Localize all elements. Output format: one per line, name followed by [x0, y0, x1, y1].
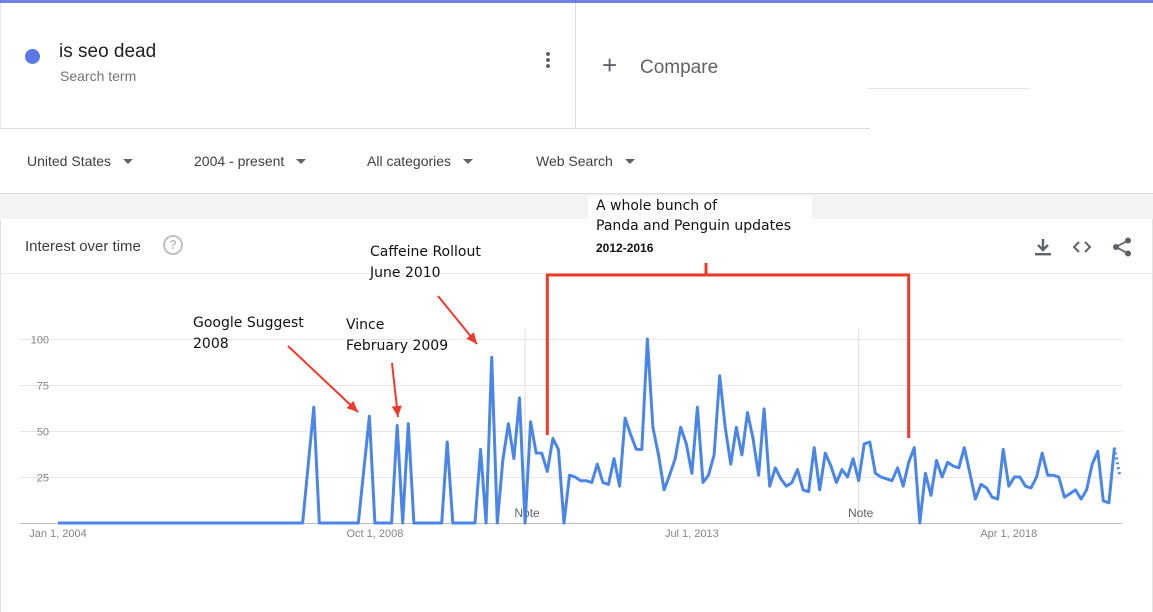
- y-tick-label: 50: [37, 427, 49, 439]
- x-tick-label: Jan 1, 2004: [29, 528, 87, 540]
- annotation-panda-line1: A whole bunch of: [596, 198, 718, 214]
- annotation-arrow-vince-head: [391, 405, 402, 417]
- y-tick-label: 25: [37, 473, 49, 485]
- annotation-panda-years: 2012-2016: [596, 241, 654, 255]
- annotation-vince-line2: February 2009: [346, 338, 449, 354]
- x-tick-label: Jul 1, 2013: [665, 528, 719, 540]
- annotation-suggest-line2: 2008: [193, 336, 229, 352]
- note-label: Note: [848, 506, 874, 520]
- annotation-caffeine-line2: June 2010: [370, 265, 441, 281]
- annotation-caffeine-line1: Caffeine Rollout: [370, 244, 481, 260]
- x-tick-label: Oct 1, 2008: [346, 528, 403, 540]
- trend-chart: Note Note Jan 1, 2004 Oct 1, 2008 Jul 1, 20…: [20, 263, 1122, 540]
- x-tick-label: Apr 1, 2018: [980, 528, 1037, 540]
- annotation-suggest-line1: Google Suggest: [193, 315, 304, 331]
- annotation-panda-line2: Panda and Penguin updates: [596, 218, 791, 234]
- annotation-vince-line1: Vince: [346, 317, 385, 333]
- annotation-bracket-panda: [545, 273, 911, 438]
- y-tick-label: 75: [37, 381, 49, 393]
- y-tick-label: 100: [31, 335, 49, 347]
